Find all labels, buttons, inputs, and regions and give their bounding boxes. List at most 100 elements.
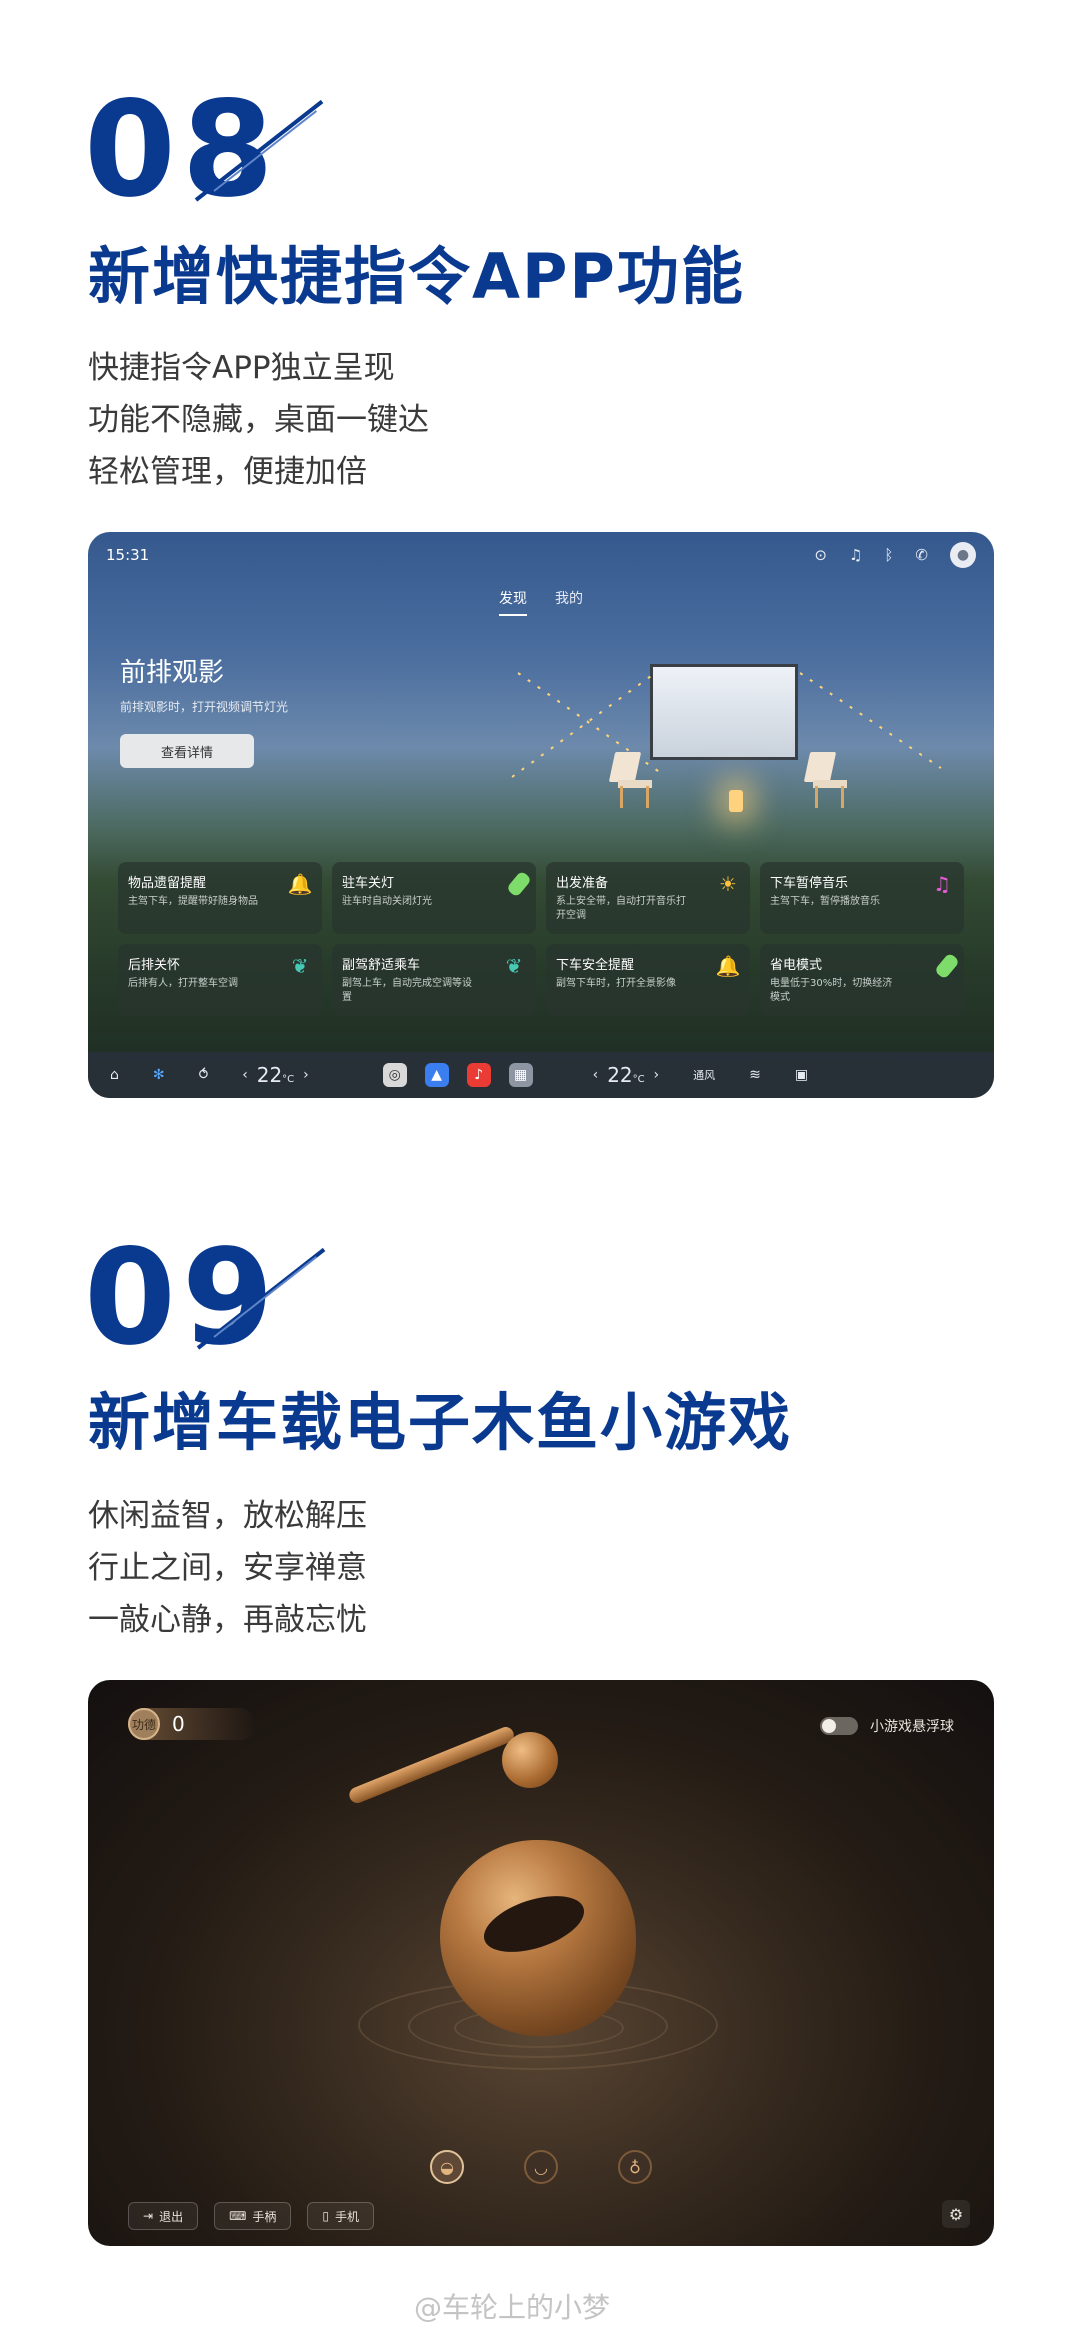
phone-icon[interactable]: ✆ <box>915 546 928 564</box>
gamepad-icon: ⌨ <box>229 2209 247 2223</box>
shortcut-card[interactable]: 副驾舒适乘车 副驾上车，自动完成空调等设置 ❦ <box>332 944 536 1016</box>
sun-icon: ☀ <box>719 872 737 896</box>
tab-mine[interactable]: 我的 <box>555 588 583 616</box>
hero-subtitle: 前排观影时，打开视频调节灯光 <box>120 700 289 714</box>
card-subtitle: 后排有人，打开整车空调 <box>128 978 238 989</box>
gamepad-button[interactable]: ⌨ 手柄 <box>214 2202 292 2230</box>
mallet-head[interactable] <box>502 1732 558 1788</box>
defrost-icon[interactable]: ≋ <box>749 1067 761 1083</box>
card-title: 副驾舒适乘车 <box>342 958 421 973</box>
section-desc-08: 快捷指令APP独立呈现 功能不隐藏，桌面一键达 轻松管理，便捷加倍 <box>88 342 429 498</box>
temp-right-value: 22 <box>607 1063 633 1087</box>
section-desc-09: 休闲益智，放松解压 行止之间，安享禅意 一敲心静，再敲忘忧 <box>88 1490 367 1646</box>
apps-grid-icon[interactable]: ▦ <box>508 1063 533 1087</box>
floating-ball-label: 小游戏悬浮球 <box>870 1719 954 1735</box>
desc-line: 功能不隐藏，桌面一键达 <box>88 402 429 438</box>
bell-icon: 🔔 <box>715 954 741 978</box>
card-title: 出发准备 <box>556 876 609 891</box>
card-title: 下车安全提醒 <box>556 958 635 973</box>
phone-label: 手机 <box>335 2209 360 2224</box>
desc-line: 行止之间，安享禅意 <box>88 1550 367 1586</box>
merit-counter: 功德 0 <box>128 1708 256 1740</box>
desc-line: 轻松管理，便捷加倍 <box>88 454 367 490</box>
section-number-08: 08 <box>84 73 280 227</box>
location-icon[interactable]: ⊙ <box>814 546 827 564</box>
temp-unit: °C <box>632 1074 645 1085</box>
card-subtitle: 电量低于30%时，切换经济模式 <box>770 978 893 1003</box>
temp-left-control[interactable]: ‹ 22°C › <box>242 1063 308 1087</box>
shortcut-card[interactable]: 后排关怀 后排有人，打开整车空调 ❦ <box>118 944 322 1016</box>
card-title: 驻车关灯 <box>342 876 395 891</box>
shortcut-card[interactable]: 驻车关灯 驻车时自动关闭灯光 <box>332 862 536 934</box>
steering-app-icon[interactable]: ◎ <box>382 1063 407 1087</box>
wooden-fish-icon[interactable]: ◒ <box>430 2150 464 2184</box>
avatar[interactable]: ● <box>950 542 976 568</box>
clock: 15:31 <box>106 546 150 564</box>
camping-chair-right <box>803 752 851 808</box>
camera-icon[interactable]: ▣ <box>795 1067 808 1083</box>
shortcut-card[interactable]: 出发准备 系上安全带，自动打开音乐打开空调 ☀ <box>546 862 750 934</box>
lantern <box>729 790 743 812</box>
bell-icon: 🔔 <box>287 872 313 896</box>
card-subtitle: 主驾下车，提醒带好随身物品 <box>128 896 258 907</box>
status-bar: 15:31 ⊙ ♫ ᛒ ✆ ● <box>106 542 976 568</box>
exit-icon: ⇥ <box>143 2209 154 2223</box>
bell-icon[interactable]: ♁ <box>618 2150 652 2184</box>
watermark: @车轮上的小梦 <box>414 2291 611 2324</box>
floating-ball-toggle-row: 小游戏悬浮球 <box>820 1716 954 1736</box>
floating-ball-toggle[interactable] <box>820 1717 858 1735</box>
leaf-icon: ❦ <box>505 954 523 978</box>
bell-icon[interactable]: ♫ <box>849 546 862 564</box>
hero-title: 前排观影 <box>120 658 225 688</box>
home-icon[interactable]: ⌂ <box>110 1067 119 1083</box>
shortcut-card[interactable]: 下车暂停音乐 主驾下车，暂停播放音乐 ♫ <box>760 862 964 934</box>
view-details-button[interactable]: 查看详情 <box>120 734 254 768</box>
seat-icon[interactable]: ⥀ <box>199 1067 209 1083</box>
shortcut-grid: 物品遗留提醒 主驾下车，提醒带好随身物品 🔔 驻车关灯 驻车时自动关闭灯光 出发… <box>118 862 964 1016</box>
shortcut-card[interactable]: 物品遗留提醒 主驾下车，提醒带好随身物品 🔔 <box>118 862 322 934</box>
temp-right-control[interactable]: ‹ 22°C › <box>593 1063 659 1087</box>
phone-button[interactable]: ▯ 手机 <box>307 2202 375 2230</box>
projector-screen-image <box>650 664 798 760</box>
chevron-left-icon[interactable]: ‹ <box>242 1067 248 1083</box>
vent-button[interactable]: 通风 <box>693 1067 715 1083</box>
gamepad-label: 手柄 <box>252 2209 277 2224</box>
chevron-right-icon[interactable]: › <box>654 1067 660 1083</box>
card-title: 物品遗留提醒 <box>128 876 207 891</box>
wooden-fish-game-screen: 功德 0 小游戏悬浮球 ◒ ◡ ♁ ⇥ 退出 ⌨ 手柄 ▯ 手机 ⚙ <box>88 1680 994 2246</box>
section-title-09: 新增车载电子木鱼小游戏 <box>88 1386 793 1459</box>
card-subtitle: 驻车时自动关闭灯光 <box>342 896 432 907</box>
shortcut-card[interactable]: 省电模式 电量低于30%时，切换经济模式 <box>760 944 964 1016</box>
shortcut-app-screen: 15:31 ⊙ ♫ ᛒ ✆ ● 发现 我的 前排观影 前排观影时，打开视频调节灯… <box>88 532 994 1098</box>
card-title: 下车暂停音乐 <box>770 876 849 891</box>
exit-label: 退出 <box>159 2209 184 2224</box>
card-subtitle: 主驾下车，暂停播放音乐 <box>770 896 880 907</box>
chevron-left-icon[interactable]: ‹ <box>593 1067 599 1083</box>
shortcut-card[interactable]: 下车安全提醒 副驾下车时，打开全景影像 🔔 <box>546 944 750 1016</box>
merit-badge: 功德 <box>128 1708 160 1740</box>
settings-icon[interactable]: ⚙ <box>942 2200 970 2228</box>
bottom-controls: ⇥ 退出 ⌨ 手柄 ▯ 手机 <box>128 2202 375 2230</box>
card-title: 省电模式 <box>770 958 823 973</box>
exit-button[interactable]: ⇥ 退出 <box>128 2202 199 2230</box>
music-app-icon[interactable]: ♪ <box>466 1063 491 1087</box>
section-number-09: 09 <box>84 1221 280 1375</box>
card-subtitle: 系上安全带，自动打开音乐打开空调 <box>556 896 686 921</box>
music-icon: ♫ <box>933 872 951 896</box>
fan-icon[interactable]: ✻ <box>153 1067 165 1083</box>
card-subtitle: 副驾上车，自动完成空调等设置 <box>342 978 472 1003</box>
navigation-app-icon[interactable]: ▲ <box>424 1063 449 1087</box>
tab-discover[interactable]: 发现 <box>499 588 527 616</box>
status-icons: ⊙ ♫ ᛒ ✆ ● <box>814 542 976 568</box>
chevron-right-icon[interactable]: › <box>303 1067 309 1083</box>
card-subtitle: 副驾下车时，打开全景影像 <box>556 978 676 989</box>
camping-chair-left <box>608 752 656 808</box>
bowl-icon[interactable]: ◡ <box>524 2150 558 2184</box>
phone-icon: ▯ <box>322 2209 330 2223</box>
temp-left-value: 22 <box>256 1063 283 1087</box>
instrument-selector: ◒ ◡ ♁ <box>88 2150 994 2184</box>
bluetooth-icon[interactable]: ᛒ <box>884 546 893 564</box>
mallet-stick <box>347 1724 517 1806</box>
bottom-dock: ⌂ ✻ ⥀ ‹ 22°C › ◎ ▲ ♪ ▦ ‹ 22°C › 通风 ≋ ▣ <box>88 1052 994 1098</box>
merit-count: 0 <box>172 1712 185 1736</box>
